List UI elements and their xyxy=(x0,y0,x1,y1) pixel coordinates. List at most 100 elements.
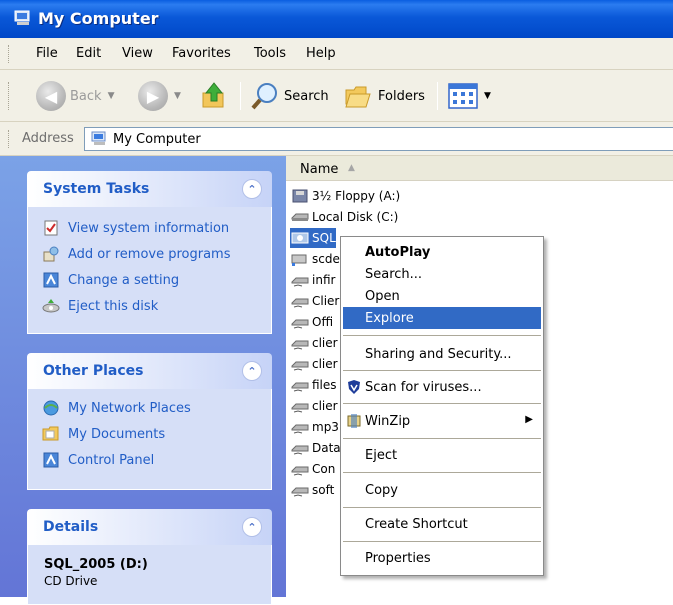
address-grip[interactable] xyxy=(8,130,11,148)
network-drive-icon xyxy=(291,361,309,371)
list-item[interactable]: clier xyxy=(290,333,338,353)
ctx-open[interactable]: Open xyxy=(343,285,541,307)
menu-file[interactable]: File xyxy=(36,46,58,61)
address-input[interactable]: My Computer xyxy=(84,127,673,151)
list-item[interactable]: 3½ Floppy (A:) xyxy=(290,186,400,206)
network-drive-icon xyxy=(291,403,309,413)
task-change-setting[interactable]: Change a setting xyxy=(42,269,179,291)
control-panel-icon xyxy=(42,271,60,289)
back-button[interactable]: ◀ Back ▼ xyxy=(36,80,114,112)
views-dropdown-icon[interactable]: ▼ xyxy=(484,91,491,101)
views-button[interactable]: ▼ xyxy=(448,80,491,112)
menu-help[interactable]: Help xyxy=(306,46,336,61)
ctx-eject[interactable]: Eject xyxy=(343,444,541,466)
menu-separator xyxy=(343,370,541,371)
list-item[interactable]: Data xyxy=(290,438,341,458)
winzip-icon xyxy=(347,414,361,428)
task-eject-disk[interactable]: Eject this disk xyxy=(42,295,158,317)
ctx-properties[interactable]: Properties xyxy=(343,547,541,569)
system-info-icon xyxy=(42,219,60,237)
ctx-scan-viruses[interactable]: Scan for viruses... xyxy=(343,376,541,398)
list-item[interactable]: Local Disk (C:) xyxy=(290,207,398,227)
task-pane: System Tasks ⌃ View system information A… xyxy=(0,156,286,605)
item-label: mp3 xyxy=(312,420,339,434)
submenu-arrow-icon: ▶ xyxy=(525,414,533,425)
task-add-remove-programs[interactable]: Add or remove programs xyxy=(42,243,231,265)
place-my-documents[interactable]: My Documents xyxy=(42,423,165,445)
system-tasks-panel: System Tasks ⌃ View system information A… xyxy=(27,171,272,334)
task-view-system-info[interactable]: View system information xyxy=(42,217,229,239)
back-dropdown-icon[interactable]: ▼ xyxy=(108,91,115,101)
list-item[interactable]: clier xyxy=(290,354,338,374)
forward-dropdown-icon[interactable]: ▼ xyxy=(174,91,181,101)
folders-button[interactable]: Folders xyxy=(344,80,425,112)
system-tasks-body: View system information Add or remove pr… xyxy=(27,207,272,334)
toolbar-grip[interactable] xyxy=(8,82,11,110)
menu-edit[interactable]: Edit xyxy=(76,46,101,61)
column-name-label: Name xyxy=(300,162,339,177)
collapse-chevron-icon[interactable]: ⌃ xyxy=(242,361,262,381)
network-drive-icon xyxy=(291,298,309,308)
network-drive-icon xyxy=(291,424,309,434)
item-label: clier xyxy=(312,399,338,413)
item-label: Offi xyxy=(312,315,334,329)
details-name: SQL_2005 (D:) xyxy=(44,557,148,572)
column-header-name[interactable]: Name ▲ xyxy=(286,156,673,181)
menu-tools[interactable]: Tools xyxy=(254,46,286,61)
list-item[interactable]: clier xyxy=(290,396,338,416)
menu-grip[interactable] xyxy=(8,45,11,63)
place-label: Control Panel xyxy=(68,452,155,468)
ctx-autoplay[interactable]: AutoPlay xyxy=(343,241,541,263)
details-title: Details xyxy=(43,519,99,535)
ctx-copy[interactable]: Copy xyxy=(343,479,541,501)
menu-favorites[interactable]: Favorites xyxy=(172,46,231,61)
up-folder-icon xyxy=(202,82,224,108)
network-drive-icon xyxy=(291,254,307,266)
system-tasks-title: System Tasks xyxy=(43,181,150,197)
list-item[interactable]: Clier xyxy=(290,291,339,311)
list-item[interactable]: infir xyxy=(290,270,335,290)
list-item[interactable]: mp3 xyxy=(290,417,339,437)
toolbar-separator xyxy=(240,82,241,110)
menu-view[interactable]: View xyxy=(122,46,153,61)
network-drive-icon xyxy=(291,277,309,287)
title-bar: My Computer xyxy=(0,0,673,38)
search-label: Search xyxy=(284,88,329,104)
item-label: Data xyxy=(312,441,341,455)
details-header[interactable]: Details ⌃ xyxy=(27,509,272,545)
ctx-create-shortcut[interactable]: Create Shortcut xyxy=(343,513,541,535)
network-drive-icon xyxy=(291,466,309,476)
collapse-chevron-icon[interactable]: ⌃ xyxy=(242,517,262,537)
list-item[interactable]: Offi xyxy=(290,312,333,332)
search-button[interactable]: Search xyxy=(250,80,329,112)
other-places-header[interactable]: Other Places ⌃ xyxy=(27,353,272,389)
details-body: SQL_2005 (D:) CD Drive xyxy=(27,545,272,605)
back-arrow-icon: ◀ xyxy=(36,81,66,111)
task-label: Add or remove programs xyxy=(68,246,231,262)
list-item-selected[interactable]: SQL xyxy=(290,228,336,248)
list-item[interactable]: scde xyxy=(290,249,340,269)
ctx-sharing-security[interactable]: Sharing and Security... xyxy=(343,343,541,365)
ctx-explore[interactable]: Explore xyxy=(343,307,541,329)
other-places-title: Other Places xyxy=(43,363,144,379)
list-item[interactable]: files xyxy=(290,375,337,395)
collapse-chevron-icon[interactable]: ⌃ xyxy=(242,179,262,199)
eject-disk-icon xyxy=(42,297,60,315)
cd-drive-icon xyxy=(291,232,309,244)
menu-separator xyxy=(343,335,541,336)
item-label: infir xyxy=(312,273,336,287)
list-item[interactable]: soft xyxy=(290,480,334,500)
task-label: View system information xyxy=(68,220,230,236)
menu-separator xyxy=(343,472,541,473)
ctx-winzip[interactable]: WinZip ▶ xyxy=(343,410,541,432)
place-my-network-places[interactable]: My Network Places xyxy=(42,397,191,419)
item-label: 3½ Floppy (A:) xyxy=(312,189,401,203)
network-drive-icon xyxy=(291,487,309,497)
system-tasks-header[interactable]: System Tasks ⌃ xyxy=(27,171,272,207)
list-item[interactable]: Con xyxy=(290,459,335,479)
ctx-search[interactable]: Search... xyxy=(343,263,541,285)
up-folder-button[interactable] xyxy=(200,80,228,112)
forward-button[interactable]: ▶ ▼ xyxy=(138,80,181,112)
place-control-panel[interactable]: Control Panel xyxy=(42,449,154,471)
place-label: My Network Places xyxy=(68,400,191,416)
